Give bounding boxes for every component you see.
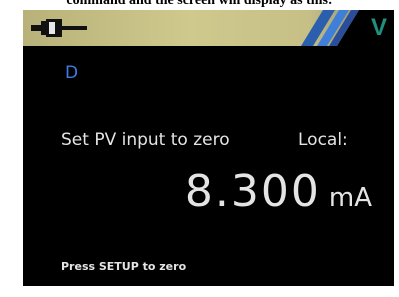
local-label: Local:: [298, 130, 348, 150]
page: command and the screen will display as t…: [0, 0, 399, 297]
reading-value: 8.300: [184, 166, 321, 217]
damping-indicator: D: [65, 63, 79, 83]
pv-reading: 8.300 mA: [185, 161, 372, 229]
mode-indicator: V: [370, 14, 387, 41]
setup-hint: Press SETUP to zero: [61, 260, 187, 273]
zero-prompt: Set PV input to zero: [61, 130, 230, 150]
plug-icon: [31, 19, 87, 37]
reading-unit: mA: [328, 183, 372, 213]
device-screen: V D Set PV input to zero Local: 8.300 mA …: [23, 10, 394, 286]
status-bar: V: [23, 10, 394, 46]
